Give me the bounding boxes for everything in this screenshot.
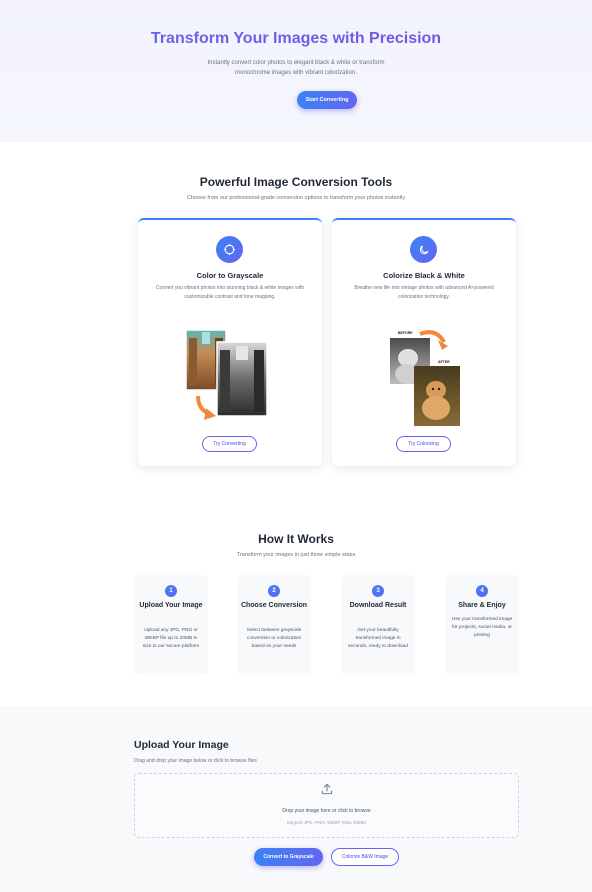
colorize-card: Colorize Black & White Breathe new life … [332, 218, 516, 466]
before-label: BEFORE [398, 331, 413, 335]
step-number: 4 [476, 585, 488, 597]
how-subtitle: Transform your images in just three simp… [236, 552, 356, 558]
step-card: 4 Share & Enjoy Use your transformed ima… [445, 575, 519, 675]
after-label: AFTER [438, 360, 450, 364]
step-title: Download Result [349, 602, 407, 609]
upload-subtitle: Drag and drop your image below or click … [134, 758, 257, 764]
how-title: How It Works [258, 532, 334, 546]
step-title: Choose Conversion [240, 602, 308, 609]
step-title: Upload Your Image [139, 602, 203, 609]
hero-title: Transform Your Images with Precision [0, 30, 592, 48]
colorize-example-image: BEFORE AFTER [390, 330, 460, 426]
step-text: Get your beautifully transformed image i… [348, 628, 408, 650]
tools-title: Powerful Image Conversion Tools [199, 175, 393, 189]
step-number: 3 [372, 585, 384, 597]
upload-section: Upload Your Image Drag and drop your ima… [0, 706, 592, 892]
step-card: 1 Upload Your Image Upload any JPG, PNG … [134, 575, 208, 675]
grayscale-card-title: Color to Grayscale [196, 271, 264, 280]
grayscale-icon [216, 236, 243, 263]
dropzone-formats: Support JPG, PNG, WEBP (Max 20MB) [286, 820, 367, 825]
try-converting-button[interactable]: Try Converting [202, 436, 257, 452]
upload-icon [320, 782, 334, 801]
step-card: 2 Choose Conversion Select between grays… [237, 575, 311, 675]
try-colorizing-button[interactable]: Try Colorizing [396, 436, 451, 452]
colorize-image-button[interactable]: Colorize B&W Image [331, 848, 399, 866]
tools-subtitle: Choose from our professional-grade conve… [186, 195, 406, 201]
upload-dropzone[interactable]: Drop your image here or click to browse … [134, 773, 519, 838]
step-text: Upload any JPG, PNG or WEBP file up to 2… [142, 628, 200, 650]
step-text: Select between grayscale conversion or c… [246, 628, 302, 650]
step-number: 1 [165, 585, 177, 597]
step-number: 2 [268, 585, 280, 597]
tools-section: Powerful Image Conversion Tools Choose f… [0, 142, 592, 702]
start-converting-button[interactable]: Start Converting [297, 91, 357, 109]
upload-title: Upload Your Image [134, 739, 229, 751]
hero-subtitle: Instantly convert color photos to elegan… [207, 60, 385, 76]
grayscale-example-image [185, 329, 268, 420]
step-text: Use your transformed image for projects,… [451, 617, 513, 639]
dropzone-text: Drop your image here or click to browse [282, 808, 371, 814]
convert-to-grayscale-button[interactable]: Convert to Grayscale [254, 848, 323, 866]
moon-icon [410, 236, 437, 263]
hero-section: Transform Your Images with Precision Ins… [0, 0, 592, 142]
step-title: Share & Enjoy [458, 602, 506, 609]
step-card: 3 Download Result Get your beautifully t… [341, 575, 415, 675]
grayscale-card: Color to Grayscale Convert you vibrant p… [138, 218, 322, 466]
colorize-card-title: Colorize Black & White [383, 271, 465, 280]
colorize-card-description: Breathe new life into vintage photos wit… [354, 285, 494, 300]
grayscale-card-description: Convert you vibrant photos into stunning… [155, 285, 305, 300]
